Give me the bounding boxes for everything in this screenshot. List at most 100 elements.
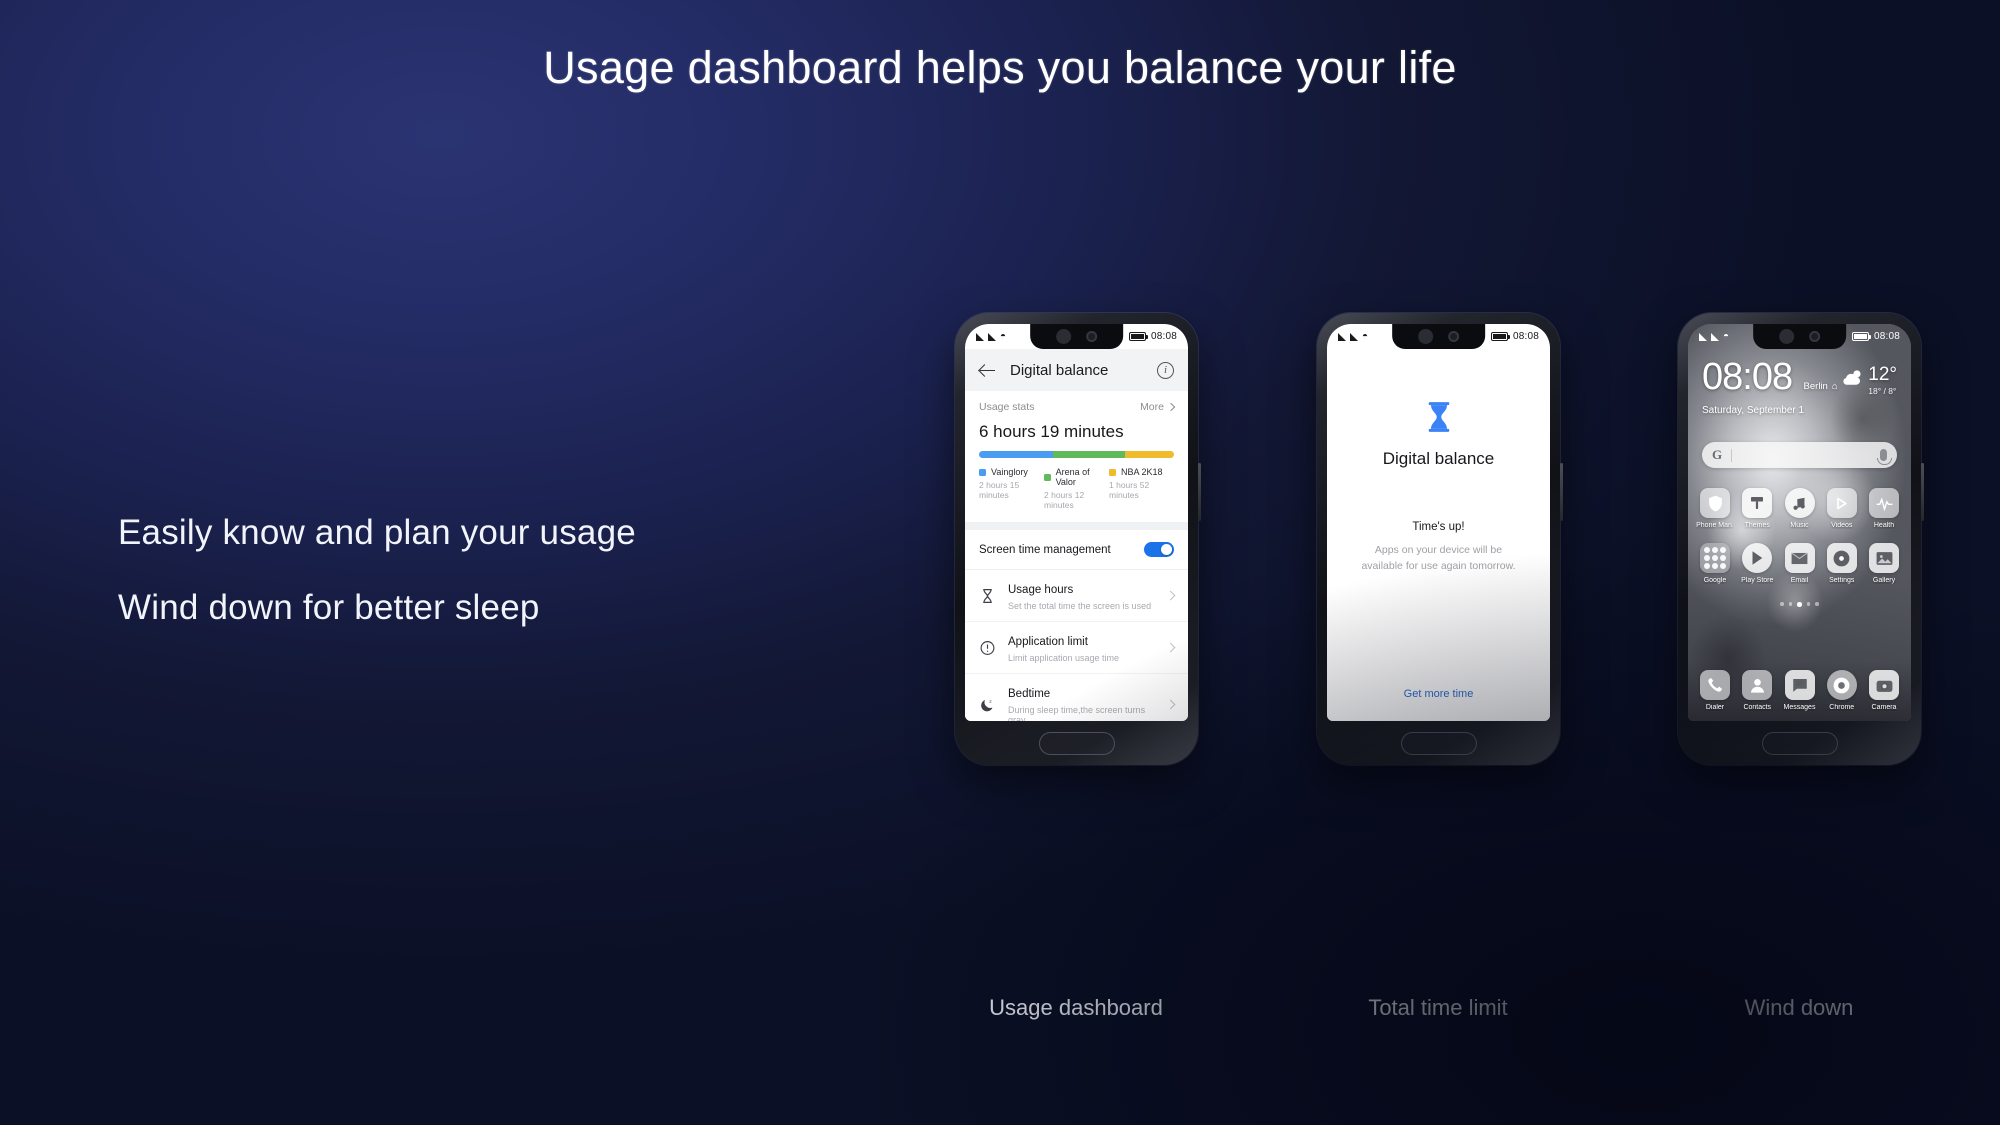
usage-legend-item: NBA 2K18 1 hours 52 minutes [1109, 467, 1174, 510]
app-icon-settings[interactable]: Settings [1823, 543, 1861, 584]
app-label: Settings [1829, 577, 1855, 584]
back-arrow-icon[interactable] [979, 362, 996, 379]
search-input[interactable]: G [1702, 442, 1897, 468]
chevron-right-icon [1165, 642, 1176, 653]
app-row-1: Phone Man. Themes Music Videos Health [1696, 488, 1903, 529]
weather-text: 12° 18° / 8° [1868, 365, 1897, 396]
row-application-limit-text: Application limit Limit application usag… [1008, 632, 1155, 663]
camera-icon [1869, 670, 1899, 700]
app-label: Play Store [1741, 577, 1774, 584]
phone-wind-down: ◓ 08:08 08:08 Berlin ⌂ 12° 18° / 8° Satu… [1678, 313, 1924, 765]
app-icon-dialer[interactable]: Dialer [1696, 670, 1734, 711]
row-title: Application limit [1008, 636, 1088, 648]
phone2-chin [1317, 721, 1560, 765]
app-icon-google[interactable]: Google [1696, 543, 1734, 584]
app-label: Messages [1783, 704, 1816, 711]
legend-color-dot [1044, 473, 1051, 481]
weather-widget[interactable]: 12° 18° / 8° [1840, 365, 1897, 398]
status-right: 08:08 [1851, 331, 1900, 342]
app-label: Chrome [1829, 704, 1855, 711]
clock-time: 08:08 [1702, 356, 1793, 398]
row-usage-hours-text: Usage hours Set the total time the scree… [1008, 580, 1155, 611]
chevron-right-icon [1166, 402, 1176, 412]
app-icon-contacts[interactable]: Contacts [1738, 670, 1776, 711]
app-icon-themes[interactable]: Themes [1738, 488, 1776, 529]
app-icon-email[interactable]: Email [1781, 543, 1819, 584]
page-dot[interactable] [1815, 602, 1819, 606]
screen-time-management-label: Screen time management [979, 543, 1111, 556]
clock-line: 08:08 Berlin ⌂ 12° 18° / 8° [1702, 357, 1897, 398]
legend-app-name: NBA 2K18 [1121, 467, 1163, 477]
info-icon[interactable]: i [1157, 361, 1174, 379]
times-up-screen: Digital balance Time's up! Apps on your … [1327, 349, 1550, 721]
microphone-icon[interactable] [1877, 449, 1892, 465]
app-label: Camera [1871, 704, 1897, 711]
page-dot[interactable] [1797, 602, 1802, 607]
usage-legend-item: Arena of Valor 2 hours 12 minutes [1044, 467, 1109, 510]
get-more-time-link[interactable]: Get more time [1404, 688, 1474, 700]
signal-icon-2 [988, 332, 997, 341]
signal-icon-1 [1338, 332, 1347, 341]
legend-top: NBA 2K18 [1109, 467, 1174, 477]
hourglass-icon [1425, 401, 1453, 433]
person-icon [1742, 670, 1773, 700]
phone2-screen: ◓ 08:08 Digital balance Time's up! Apps … [1327, 324, 1550, 721]
home-button[interactable] [1038, 731, 1115, 755]
page-dot[interactable] [1780, 602, 1784, 606]
status-left: ◓ [976, 331, 1006, 342]
legend-app-name: Vainglory [991, 467, 1028, 477]
signal-icon-2 [1350, 332, 1359, 341]
page-dot[interactable] [1788, 602, 1793, 606]
row-subtitle: Limit application usage time [1008, 653, 1120, 663]
clock-widget[interactable]: 08:08 Berlin ⌂ 12° 18° / 8° Saturday, Se… [1688, 349, 1911, 416]
app-label: Google [1703, 577, 1727, 584]
app-icon-gallery[interactable]: Gallery [1865, 543, 1903, 584]
weather-temp: 12° [1868, 364, 1897, 385]
picture-icon [1869, 543, 1899, 573]
app-label: Email [1790, 577, 1809, 584]
app-icon-phone-man[interactable]: Phone Man. [1696, 488, 1734, 529]
usage-stats-header: Usage stats More [979, 401, 1176, 413]
usage-bar-segment [1125, 451, 1174, 458]
signal-icon-1 [1699, 332, 1708, 341]
folder-icon [1700, 543, 1730, 573]
screen-time-management-toggle[interactable] [1144, 542, 1174, 557]
screen-time-management-row[interactable]: Screen time management [965, 530, 1188, 570]
home-screen-content: ◓ 08:08 08:08 Berlin ⌂ 12° 18° / 8° Satu… [1688, 324, 1911, 721]
app-icon-camera[interactable]: Camera [1865, 670, 1903, 711]
phone-icon [1700, 670, 1730, 700]
app-label: Dialer [1705, 704, 1725, 711]
app-icon-messages[interactable]: Messages [1781, 670, 1819, 711]
page-dot[interactable] [1806, 602, 1811, 606]
app-icon-music[interactable]: Music [1781, 488, 1819, 529]
app-label: Themes [1744, 522, 1770, 529]
times-up-heading: Time's up! [1412, 521, 1465, 533]
row-usage-hours[interactable]: Usage hours Set the total time the scree… [965, 570, 1188, 622]
chrome-icon [1826, 670, 1857, 700]
more-label: More [1140, 401, 1164, 413]
row-application-limit[interactable]: Application limit Limit application usag… [965, 622, 1188, 674]
clock-left: 08:08 Berlin ⌂ [1702, 357, 1838, 398]
app-icon-videos[interactable]: Videos [1823, 488, 1861, 529]
legend-color-dot [979, 468, 986, 476]
app-icon-play-store[interactable]: Play Store [1738, 543, 1776, 584]
times-up-title: Digital balance [1382, 449, 1495, 468]
home-button[interactable] [1761, 731, 1838, 755]
status-time: 08:08 [1512, 331, 1539, 342]
legend-top: Arena of Valor [1044, 467, 1109, 487]
app-label: Music [1790, 522, 1809, 529]
caption-total-time-limit: Total time limit [1368, 995, 1508, 1020]
svg-text:z: z [989, 700, 992, 705]
earpiece-speaker [1779, 329, 1794, 344]
app-icon-health[interactable]: Health [1865, 488, 1903, 529]
row-bedtime-text: Bedtime During sleep time,the screen tur… [1008, 684, 1155, 721]
legend-color-dot [1109, 468, 1116, 476]
phone1-status-bar: ◓ 08:08 [965, 324, 1188, 349]
row-bedtime[interactable]: z Bedtime During sleep time,the screen t… [965, 674, 1188, 721]
total-usage-time: 6 hours 19 minutes [979, 422, 1124, 441]
more-button[interactable]: More [1140, 401, 1176, 413]
app-icon-chrome[interactable]: Chrome [1823, 670, 1861, 711]
row-title: Usage hours [1008, 584, 1074, 596]
status-left: ◓ [1338, 331, 1368, 342]
home-button[interactable] [1400, 731, 1477, 755]
